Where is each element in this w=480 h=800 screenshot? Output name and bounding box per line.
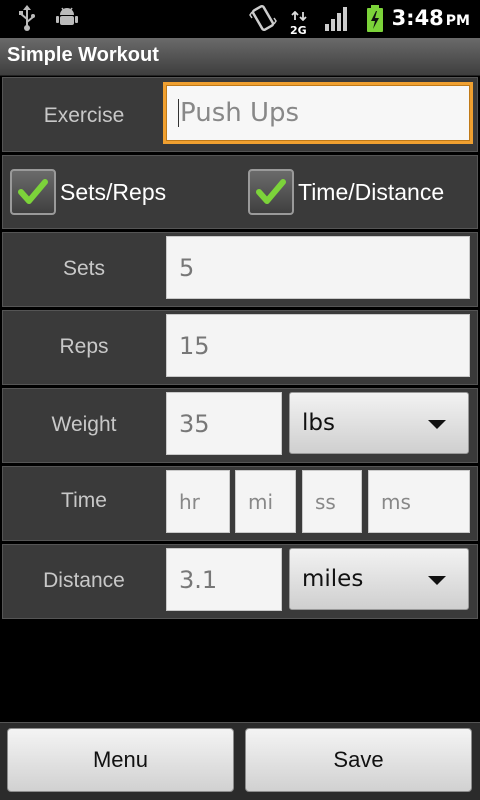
time-hours-input[interactable]: hr <box>166 470 230 533</box>
time-milliseconds-input[interactable]: ms <box>368 470 470 533</box>
signal-icon <box>325 7 347 31</box>
bottom-button-bar: Menu Save <box>0 722 480 800</box>
exercise-input[interactable]: Push Ups <box>163 82 473 144</box>
sets-reps-checkbox[interactable] <box>10 169 56 215</box>
time-distance-checkbox[interactable] <box>248 169 294 215</box>
exercise-row: Exercise Push Ups <box>2 77 478 152</box>
weight-unit-spinner[interactable]: lbs <box>289 392 469 454</box>
distance-placeholder: 3.1 <box>179 565 218 594</box>
vibrate-icon <box>249 4 277 32</box>
sets-placeholder: 5 <box>179 253 195 282</box>
check-icon <box>256 179 286 204</box>
mode-row: Sets/Reps Time/Distance <box>2 155 478 229</box>
time-distance-label[interactable]: Time/Distance <box>298 179 444 206</box>
exercise-placeholder: Push Ups <box>180 98 300 128</box>
reps-input[interactable]: 15 <box>166 314 470 377</box>
menu-button[interactable]: Menu <box>7 728 234 792</box>
sets-label: Sets <box>62 257 106 280</box>
save-button[interactable]: Save <box>245 728 472 792</box>
screen: 2G 3:48 PM Simple Workout Exercise Push U… <box>0 0 480 800</box>
reps-row: Reps 15 <box>2 310 478 385</box>
time-label: Time <box>61 489 107 512</box>
exercise-label: Exercise <box>43 104 125 127</box>
dropdown-arrow-icon <box>428 576 446 585</box>
status-bar: 2G 3:48 PM <box>0 0 480 38</box>
clock: 3:48 PM <box>392 6 470 30</box>
check-icon <box>18 179 48 204</box>
clock-ampm: PM <box>445 13 470 29</box>
time-minutes-placeholder: mi <box>248 489 274 514</box>
time-seconds-input[interactable]: ss <box>302 470 362 533</box>
distance-label: Distance <box>43 569 125 592</box>
time-hours-placeholder: hr <box>179 489 200 514</box>
distance-row: Distance 3.1 miles <box>2 544 478 619</box>
title-bar: Simple Workout <box>0 38 480 76</box>
app-title: Simple Workout <box>7 44 159 66</box>
network-type-label: 2G <box>290 24 307 37</box>
time-row: Time hr mi ss ms <box>2 466 478 541</box>
sets-input[interactable]: 5 <box>166 236 470 299</box>
usb-icon <box>19 5 35 31</box>
text-cursor <box>178 99 179 127</box>
clock-time: 3:48 <box>391 6 444 30</box>
distance-input[interactable]: 3.1 <box>166 548 282 611</box>
time-minutes-input[interactable]: mi <box>235 470 296 533</box>
battery-charging-icon <box>367 5 383 32</box>
network-2g-icon: 2G <box>290 6 308 37</box>
sets-row: Sets 5 <box>2 232 478 307</box>
weight-unit-value: lbs <box>302 410 335 436</box>
dropdown-arrow-icon <box>428 420 446 429</box>
weight-input[interactable]: 35 <box>166 392 282 455</box>
weight-row: Weight 35 lbs <box>2 388 478 463</box>
sets-reps-label[interactable]: Sets/Reps <box>60 179 166 206</box>
reps-placeholder: 15 <box>179 331 210 360</box>
time-seconds-placeholder: ss <box>315 489 336 514</box>
android-debug-icon <box>56 7 78 25</box>
reps-label: Reps <box>59 335 109 358</box>
weight-placeholder: 35 <box>179 409 210 438</box>
time-milliseconds-placeholder: ms <box>381 489 411 514</box>
weight-label: Weight <box>51 413 117 436</box>
distance-unit-value: miles <box>302 566 364 592</box>
distance-unit-spinner[interactable]: miles <box>289 548 469 610</box>
